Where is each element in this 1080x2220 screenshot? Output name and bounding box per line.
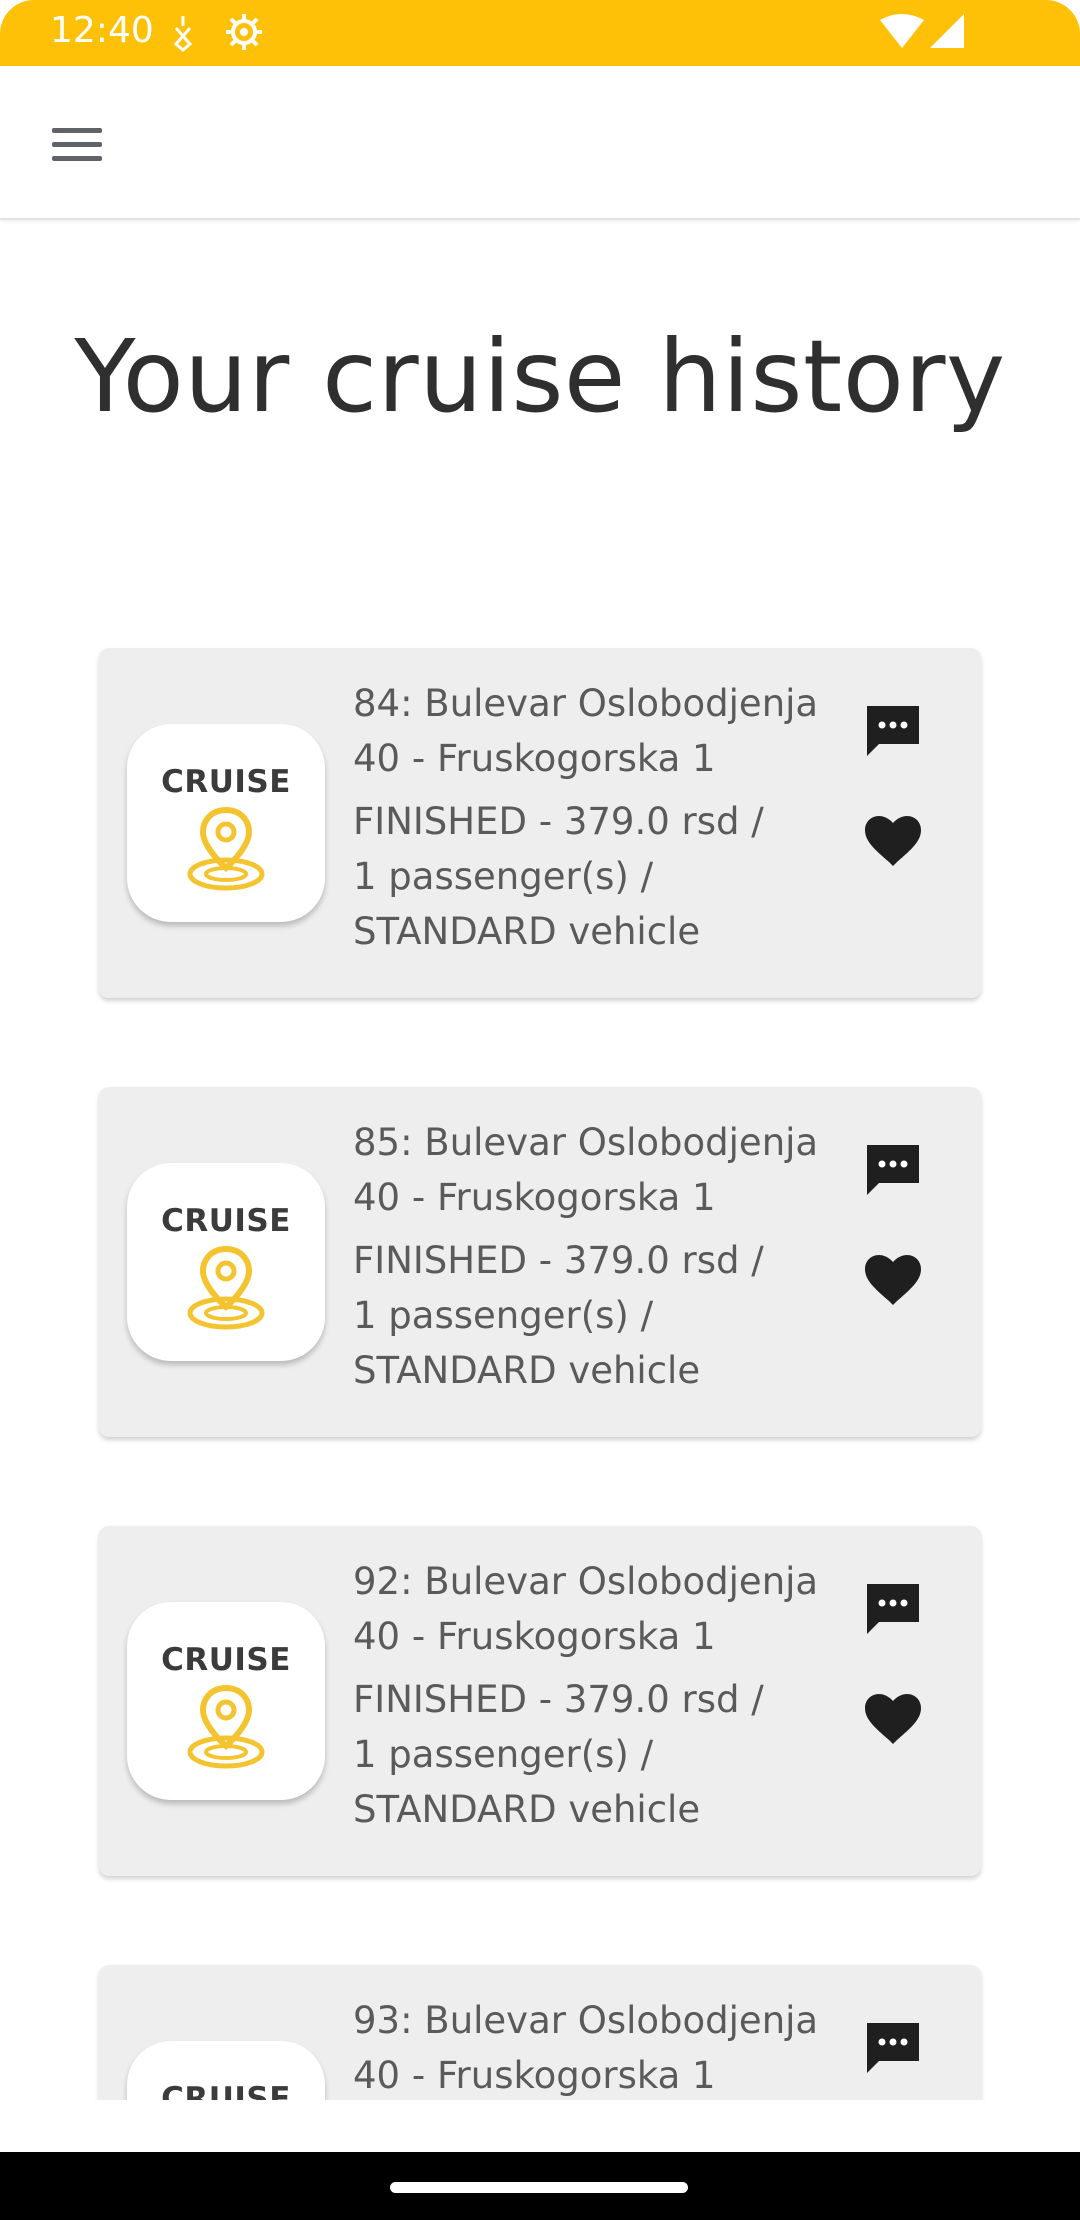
favorite-heart-icon[interactable]: [863, 1692, 923, 1746]
location-pin-icon: [187, 806, 265, 891]
cruise-logo: CRUISE: [127, 2041, 325, 2100]
data-saver-icon: [170, 12, 196, 56]
status-time: 12:40: [50, 10, 154, 51]
home-gesture-handle[interactable]: [390, 2182, 688, 2193]
ride-route-end: 40 - Fruskogorska 1: [353, 1176, 716, 1219]
favorite-heart-icon[interactable]: [863, 814, 923, 868]
ride-history-list[interactable]: CRUISE 84: Bulevar Oslobodjenja 40 - Fru…: [0, 560, 1080, 2100]
favorite-heart-icon[interactable]: [863, 1253, 923, 1307]
cruise-logo: CRUISE: [127, 724, 325, 922]
ride-passengers: 1 passenger(s) /: [353, 1294, 654, 1337]
chat-icon[interactable]: [863, 2021, 923, 2077]
ride-card[interactable]: CRUISE 84: Bulevar Oslobodjenja 40 - Fru…: [99, 648, 981, 998]
ride-card[interactable]: CRUISE 85: Bulevar Oslobodjenja 40 - Fru…: [99, 1087, 981, 1437]
settings-gear-icon: [224, 12, 264, 56]
ride-route-end: 40 - Fruskogorska 1: [353, 2054, 716, 2097]
ride-card[interactable]: CRUISE 92: Bulevar Oslobodjenja 40 - Fru…: [99, 1526, 981, 1876]
ride-info: 85: Bulevar Oslobodjenja 40 - Fruskogors…: [353, 1115, 853, 1398]
logo-text: CRUISE: [161, 1642, 291, 1678]
ride-info: 84: Bulevar Oslobodjenja 40 - Fruskogors…: [353, 676, 853, 959]
ride-route: 85: Bulevar Oslobodjenja: [353, 1121, 819, 1164]
chat-icon[interactable]: [863, 704, 923, 760]
ride-route: 93: Bulevar Oslobodjenja: [353, 1999, 819, 2042]
logo-text: CRUISE: [161, 1203, 291, 1239]
logo-text: CRUISE: [161, 2081, 291, 2100]
page-title: Your cruise history: [74, 318, 1006, 435]
cell-signal-icon: [930, 14, 964, 54]
location-pin-icon: [187, 1245, 265, 1330]
ride-route: 92: Bulevar Oslobodjenja: [353, 1560, 819, 1603]
ride-status-price: FINISHED - 379.0 rsd /: [353, 1678, 764, 1721]
ride-vehicle: STANDARD vehicle: [353, 1349, 701, 1392]
ride-card[interactable]: CRUISE 93: Bulevar Oslobodjenja 40 - Fru…: [99, 1965, 981, 2100]
ride-info: 93: Bulevar Oslobodjenja 40 - Fruskogors…: [353, 1993, 853, 2100]
status-bar: 12:40: [0, 0, 1080, 66]
location-pin-icon: [187, 1684, 265, 1769]
system-navigation-bar: [0, 2152, 1080, 2220]
ride-route: 84: Bulevar Oslobodjenja: [353, 682, 819, 725]
chat-icon[interactable]: [863, 1143, 923, 1199]
ride-passengers: 1 passenger(s) /: [353, 855, 654, 898]
ride-route-end: 40 - Fruskogorska 1: [353, 737, 716, 780]
ride-vehicle: STANDARD vehicle: [353, 1788, 701, 1831]
ride-status-price: FINISHED - 379.0 rsd /: [353, 800, 764, 843]
ride-route-end: 40 - Fruskogorska 1: [353, 1615, 716, 1658]
logo-text: CRUISE: [161, 764, 291, 800]
ride-status-price: FINISHED - 379.0 rsd /: [353, 1239, 764, 1282]
app-bar: [0, 66, 1080, 220]
ride-passengers: 1 passenger(s) /: [353, 1733, 654, 1776]
hamburger-menu-icon[interactable]: [42, 122, 112, 172]
ride-vehicle: STANDARD vehicle: [353, 910, 701, 953]
cruise-logo: CRUISE: [127, 1602, 325, 1800]
chat-icon[interactable]: [863, 1582, 923, 1638]
wifi-icon: [880, 14, 924, 54]
ride-info: 92: Bulevar Oslobodjenja 40 - Fruskogors…: [353, 1554, 853, 1837]
cruise-logo: CRUISE: [127, 1163, 325, 1361]
